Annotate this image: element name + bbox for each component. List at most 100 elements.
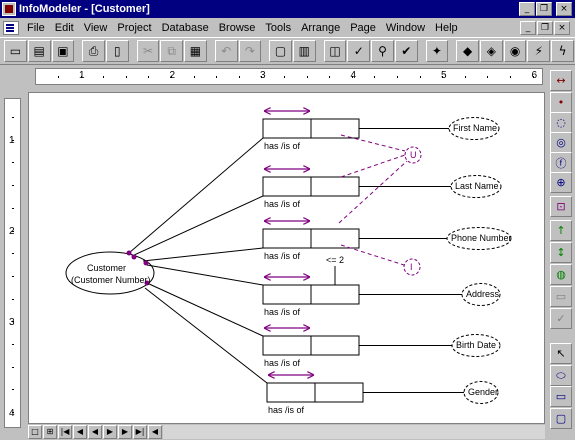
- open-icon[interactable]: ▤: [27, 40, 51, 62]
- check-icon[interactable]: ✔: [394, 40, 418, 62]
- constraint-link: [340, 244, 405, 266]
- value-type-name: Phone Number: [451, 232, 512, 243]
- first-page-button[interactable]: |◀: [58, 425, 72, 439]
- close-button[interactable]: ×: [556, 2, 572, 16]
- role-connector-line: [144, 287, 268, 384]
- scroll-left-arrow[interactable]: ◀: [148, 425, 162, 439]
- pointer-icon[interactable]: ↖: [550, 343, 572, 364]
- validate-icon[interactable]: ✓: [347, 40, 371, 62]
- ruler-number: 4: [9, 408, 15, 419]
- object-type-icon[interactable]: •: [550, 92, 572, 113]
- value-type-name: Last Name: [455, 180, 499, 191]
- menu-page[interactable]: Page: [345, 22, 381, 34]
- menu-window[interactable]: Window: [381, 22, 430, 34]
- fact-icon[interactable]: ⓕ: [550, 152, 572, 173]
- merge-icon[interactable]: ⚡: [527, 40, 551, 62]
- rounded-rect-icon[interactable]: ▢: [550, 408, 572, 429]
- redo-icon[interactable]: ↷: [238, 40, 262, 62]
- constraint-i-label: I: [410, 262, 413, 272]
- role-connector-line: [146, 282, 264, 337]
- import-db-icon[interactable]: ◉: [503, 40, 527, 62]
- doc-minimize-button[interactable]: _: [520, 20, 536, 35]
- role-connector-line: [128, 137, 264, 254]
- textbox-icon[interactable]: ▭: [550, 286, 572, 307]
- ellipse-icon[interactable]: ⬭: [550, 365, 572, 386]
- scroll-right-button[interactable]: ▶: [103, 425, 117, 439]
- checkmark-icon[interactable]: ✓: [550, 308, 572, 329]
- new-page-icon[interactable]: ▢: [269, 40, 292, 62]
- menu-arrange[interactable]: Arrange: [296, 22, 345, 34]
- build-db-icon[interactable]: ◆: [456, 40, 479, 62]
- menu-project[interactable]: Project: [112, 22, 156, 34]
- scroll-left-button[interactable]: ◀: [88, 425, 102, 439]
- fact-reading: has /is of: [264, 251, 301, 261]
- menu-edit[interactable]: Edit: [50, 22, 79, 34]
- menu-tools[interactable]: Tools: [260, 22, 296, 34]
- maximize-button[interactable]: ❐: [536, 2, 552, 16]
- entity-icon[interactable]: ◌: [550, 112, 572, 133]
- fact-reading: has /is of: [268, 405, 305, 415]
- horizontal-scrollbar[interactable]: □ ⊞ |◀ ◀ ◀ ▶ ▶ ▶| ◀: [28, 424, 545, 440]
- prev-page-button[interactable]: ◀: [73, 425, 87, 439]
- undo-icon[interactable]: ↶: [214, 40, 238, 62]
- next-page-button[interactable]: ▶: [118, 425, 132, 439]
- constraint-link: [340, 154, 406, 178]
- print-preview-icon[interactable]: ▯: [105, 40, 129, 62]
- menu-view[interactable]: View: [79, 22, 113, 34]
- value-type-name: First Name: [453, 122, 498, 133]
- frequency-constraint-label: <= 2: [326, 255, 345, 265]
- unique-constraint-icon[interactable]: ⊡: [550, 196, 572, 217]
- diagram-canvas[interactable]: Customer (Customer Number) <= 2 U I has …: [28, 92, 545, 424]
- horizontal-ruler: 123456: [35, 68, 543, 85]
- vertical-ruler: 1234: [4, 98, 21, 428]
- menu-bar: File Edit View Project Database Browse T…: [0, 18, 575, 37]
- page-icon[interactable]: ▥: [292, 40, 316, 62]
- ruler-number: 3: [9, 317, 15, 328]
- value-type-name: Birth Date: [456, 339, 497, 350]
- new-icon[interactable]: ▭: [4, 40, 27, 62]
- toolbar: ▭ ▤ ▣ ⎙ ▯ ✂ ⧉ ▦ ↶ ↷ ▢ ▥ ◫ ✓ ⚲ ✔ ✦ ◆ ◈ ◉ ⚡ ϟ: [0, 37, 575, 65]
- save-icon[interactable]: ▣: [51, 40, 75, 62]
- ruler-number: 2: [9, 226, 15, 237]
- menu-help[interactable]: Help: [430, 22, 463, 34]
- tool-palette: ↔ • ◌ ◎ ⓕ ⊕ ⊡ ↑ ↕ ◍ ▭ ✓ ↖ ⬭ ▭ ▢: [548, 68, 575, 440]
- value-icon[interactable]: ◎: [550, 132, 572, 153]
- minimize-button[interactable]: _: [519, 2, 535, 16]
- fact-reading: has /is of: [264, 199, 301, 209]
- value-type-name: Gender: [468, 386, 499, 397]
- find-icon[interactable]: ⚲: [371, 40, 394, 62]
- grid-button[interactable]: ⊞: [43, 425, 57, 439]
- fact-reading: has /is of: [264, 358, 301, 368]
- arrow-up-icon[interactable]: ↑: [550, 220, 572, 241]
- document-caption-buttons: _ ❐ ×: [520, 20, 571, 35]
- verbalize-icon[interactable]: ◫: [323, 40, 347, 62]
- last-page-button[interactable]: ▶|: [133, 425, 147, 439]
- paste-icon[interactable]: ▦: [184, 40, 207, 62]
- role-connector-line: [131, 195, 264, 257]
- nested-fact-icon[interactable]: ⊕: [550, 172, 572, 193]
- constraint-u-label: U: [410, 150, 417, 160]
- link-db-icon[interactable]: ◈: [479, 40, 503, 62]
- window-title: InfoModeler - [Customer]: [19, 3, 150, 15]
- entity-ellipse: [65, 251, 155, 295]
- page-view-button[interactable]: □: [28, 425, 42, 439]
- cut-icon[interactable]: ✂: [136, 40, 160, 62]
- subtype-icon[interactable]: ◍: [550, 264, 572, 285]
- role-connector-icon[interactable]: ↔: [550, 70, 572, 91]
- arrow-updown-icon[interactable]: ↕: [550, 242, 572, 263]
- pin-icon[interactable]: ✦: [425, 40, 449, 62]
- doc-close-button[interactable]: ×: [554, 20, 570, 35]
- copy-icon[interactable]: ⧉: [160, 40, 184, 62]
- print-icon[interactable]: ⎙: [82, 40, 105, 62]
- doc-restore-button[interactable]: ❐: [537, 20, 553, 35]
- role-dot: [126, 250, 132, 256]
- document-icon[interactable]: [3, 20, 19, 35]
- menu-browse[interactable]: Browse: [214, 22, 261, 34]
- rectangle-icon[interactable]: ▭: [550, 386, 572, 407]
- menu-file[interactable]: File: [22, 22, 50, 34]
- app-icon[interactable]: [2, 2, 16, 16]
- menu-database[interactable]: Database: [157, 22, 214, 34]
- lightning-icon[interactable]: ϟ: [551, 40, 574, 62]
- scrollbar-track[interactable]: [163, 425, 545, 439]
- fact-reading: has /is of: [264, 307, 301, 317]
